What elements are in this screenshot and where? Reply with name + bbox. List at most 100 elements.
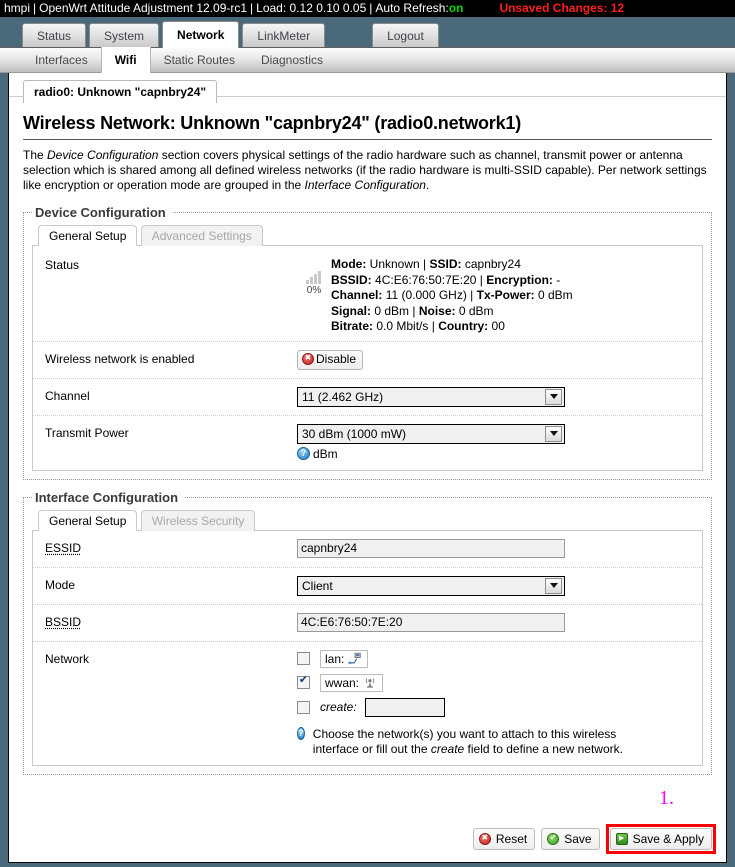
- mode-label: Mode: [45, 577, 76, 592]
- ethernet-icon: [348, 652, 361, 665]
- tab-network[interactable]: Network: [162, 21, 240, 48]
- radio-tab-radio0[interactable]: radio0: Unknown "capnbry24": [23, 80, 218, 103]
- header-separator-1: |: [33, 1, 37, 15]
- create-network-input[interactable]: [364, 697, 445, 717]
- chevron-down-icon: [545, 425, 562, 442]
- signal-bars-icon: [306, 270, 322, 284]
- tab-status[interactable]: Status: [22, 23, 87, 48]
- mode-select-value: Client: [302, 578, 333, 593]
- essid-label: ESSID: [45, 540, 82, 555]
- help-icon: [297, 446, 310, 460]
- tab-system[interactable]: System: [89, 23, 160, 48]
- channel-label: Channel: [45, 388, 90, 403]
- status-key-noise: Noise:: [418, 303, 456, 318]
- interface-tab-wireless-security[interactable]: Wireless Security: [140, 509, 256, 531]
- reset-icon: [478, 832, 491, 845]
- status-row: Status 0% Mode: Unknown | SSID: capnbry2…: [33, 246, 702, 342]
- device-tab-general-setup[interactable]: General Setup: [38, 225, 138, 246]
- form-action-buttons: Reset Save Save & Apply: [472, 824, 716, 854]
- system-status-bar: hmpi | OpenWrt Attitude Adjustment 12.09…: [0, 0, 735, 17]
- radio-tab-bar: radio0: Unknown "capnbry24": [9, 73, 726, 103]
- network-help-emphasis-create: create: [430, 741, 465, 756]
- chevron-down-icon: [545, 388, 562, 405]
- interface-config-tabcontent: ESSID capnbry24 Mode Client BSSID 4C:E6:…: [32, 530, 703, 766]
- bssid-label: BSSID: [45, 614, 82, 629]
- save-apply-button[interactable]: Save & Apply: [609, 828, 712, 850]
- mode-select[interactable]: Client: [297, 575, 565, 596]
- network-label-wwan: wwan:: [325, 675, 360, 690]
- tab-logout[interactable]: Logout: [372, 23, 439, 48]
- transmit-power-select-value: 30 dBm (1000 mW): [302, 426, 407, 441]
- disable-wireless-button[interactable]: Disable: [297, 349, 364, 370]
- interface-configuration-fieldset: Interface Configuration General Setup Wi…: [23, 489, 712, 775]
- network-checkbox-create[interactable]: [297, 700, 310, 714]
- header-separator-2: |: [250, 1, 254, 15]
- device-configuration-fieldset: Device Configuration General Setup Advan…: [23, 205, 712, 480]
- unsaved-changes-link[interactable]: Unsaved Changes: 12: [499, 0, 624, 17]
- status-value-ssid: capnbry24: [464, 257, 521, 271]
- bssid-input[interactable]: 4C:E6:76:50:7E:20: [297, 612, 565, 632]
- status-line-mode: Mode: Unknown | SSID: capnbry24: [331, 257, 521, 271]
- transmit-power-row: Transmit Power 30 dBm (1000 mW) dBm: [33, 416, 702, 470]
- page-title: Wireless Network: Unknown "capnbry24" (r…: [23, 113, 712, 140]
- status-value-country: 00: [491, 319, 505, 333]
- subtab-diagnostics[interactable]: Diagnostics: [248, 48, 336, 72]
- status-value-encryption: -: [556, 272, 561, 287]
- signal-strength-indicator: 0%: [297, 256, 331, 296]
- network-badge-wwan[interactable]: wwan:: [320, 673, 384, 692]
- secondary-navigation: Interfaces Wifi Static Routes Diagnostic…: [0, 47, 735, 73]
- status-line-signal: Signal: 0 dBm | Noise: 0 dBm: [331, 303, 494, 318]
- interface-tab-general-setup[interactable]: General Setup: [38, 509, 138, 531]
- status-value-mode: Unknown: [369, 257, 420, 271]
- status-value-bitrate: 0.0 Mbit/s: [376, 319, 429, 333]
- transmit-power-label: Transmit Power: [45, 425, 129, 440]
- subtab-interfaces[interactable]: Interfaces: [22, 48, 101, 72]
- transmit-power-select[interactable]: 30 dBm (1000 mW): [297, 423, 565, 444]
- interface-configuration-legend: Interface Configuration: [35, 489, 179, 505]
- network-checkbox-wwan[interactable]: [297, 674, 310, 689]
- mode-row: Mode Client: [33, 568, 702, 605]
- subtab-wifi[interactable]: Wifi: [100, 47, 151, 73]
- disable-icon: [302, 352, 314, 365]
- desc-text-3: .: [425, 178, 430, 192]
- channel-select[interactable]: 11 (2.462 GHz): [297, 386, 565, 407]
- reset-button-label: Reset: [495, 832, 528, 846]
- interface-config-tabmenu: General Setup Wireless Security: [32, 509, 703, 531]
- desc-text-1: The: [23, 148, 48, 162]
- network-badge-lan[interactable]: lan:: [320, 649, 369, 668]
- subtab-static-routes[interactable]: Static Routes: [151, 48, 248, 72]
- auto-refresh-toggle[interactable]: on: [449, 0, 464, 17]
- network-label: Network: [45, 651, 90, 666]
- wifi-antenna-icon: [365, 678, 375, 688]
- main-content-panel: radio0: Unknown "capnbry24" Wireless Net…: [8, 73, 727, 863]
- device-tab-advanced-settings[interactable]: Advanced Settings: [140, 225, 263, 246]
- status-line-bitrate: Bitrate: 0.0 Mbit/s | Country: 00: [331, 319, 505, 333]
- save-apply-button-label: Save & Apply: [632, 832, 704, 846]
- desc-emphasis-interface-config: Interface Configuration: [304, 178, 426, 192]
- network-row: Network lan: ✔ wwan: create: ? Choose th…: [33, 642, 702, 765]
- channel-select-value: 11 (2.462 GHz): [302, 389, 384, 404]
- save-button[interactable]: Save: [541, 828, 600, 850]
- status-key-mode: Mode:: [331, 257, 367, 271]
- essid-row: ESSID capnbry24: [33, 531, 702, 568]
- primary-navigation: Status System Network LinkMeter Logout: [0, 17, 735, 48]
- status-value-noise: 0 dBm: [458, 303, 494, 318]
- network-label-lan: lan:: [325, 651, 345, 666]
- reset-button[interactable]: Reset: [472, 828, 536, 850]
- network-option-lan: lan:: [297, 649, 692, 668]
- network-help: Choose the network(s) you want to attach…: [297, 726, 637, 757]
- tab-linkmeter[interactable]: LinkMeter: [242, 23, 326, 48]
- status-value-txpower: 0 dBm: [538, 288, 573, 302]
- network-checkbox-lan[interactable]: [297, 652, 310, 665]
- desc-emphasis-device-config: Device Configuration: [47, 148, 159, 162]
- firmware-version-label: OpenWrt Attitude Adjustment 12.09-rc1: [39, 1, 248, 15]
- help-icon: [297, 726, 305, 740]
- essid-input[interactable]: capnbry24: [297, 538, 565, 558]
- transmit-power-help: dBm: [297, 446, 692, 462]
- status-key-encryption: Encryption:: [486, 272, 553, 287]
- network-option-wwan: wwan:: [297, 673, 692, 692]
- chevron-down-icon: [545, 577, 562, 594]
- transmit-power-help-text: dBm: [313, 446, 338, 461]
- network-help-text-2: field to define a new network.: [464, 741, 623, 756]
- status-key-ssid: SSID:: [429, 257, 462, 271]
